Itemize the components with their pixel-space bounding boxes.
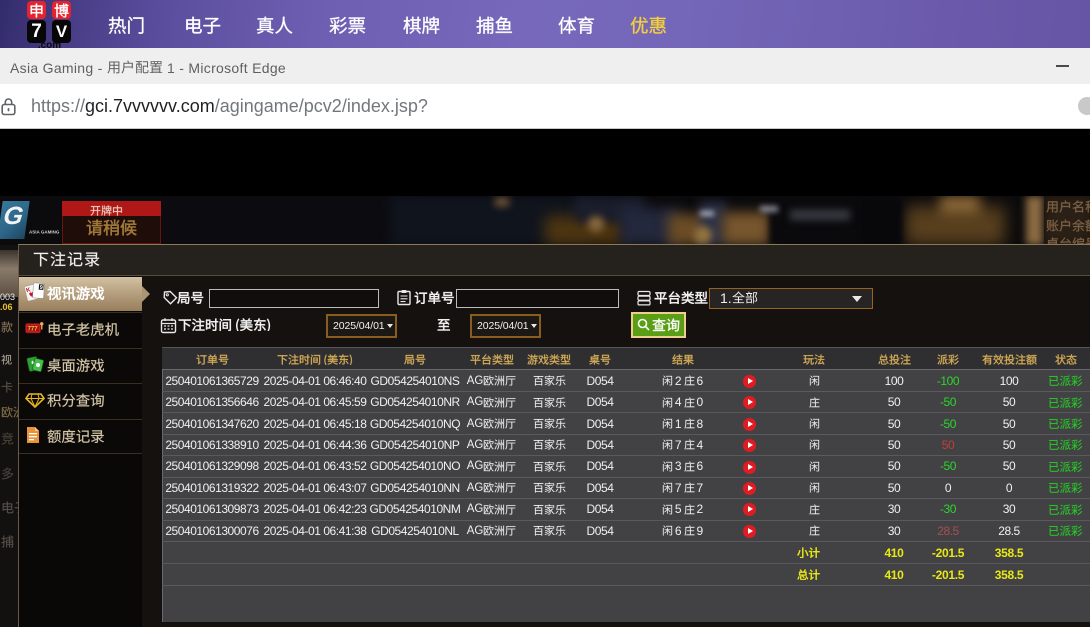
- svg-text:777: 777: [28, 327, 39, 333]
- svg-text:9: 9: [40, 284, 43, 290]
